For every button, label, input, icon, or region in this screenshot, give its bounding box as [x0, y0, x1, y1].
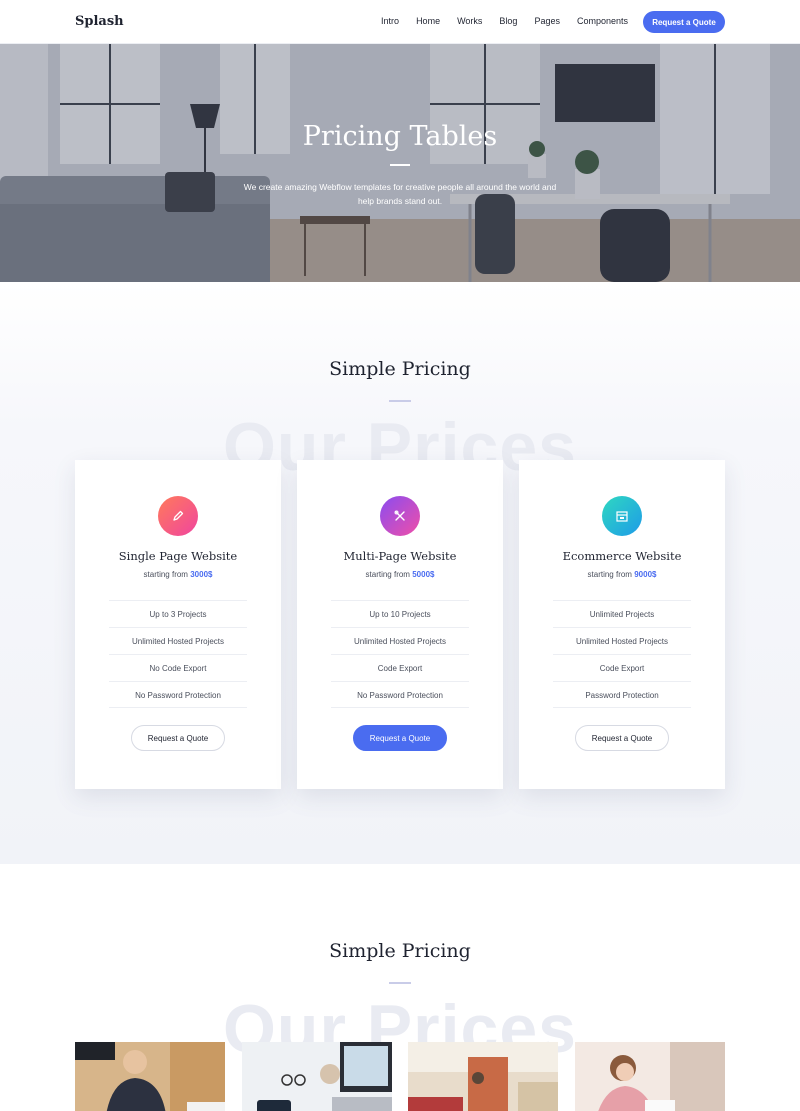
brand-logo[interactable]: Splash — [75, 14, 124, 29]
price-prefix: starting from — [143, 570, 188, 579]
feature-item: Unlimited Hosted Projects — [553, 627, 691, 654]
pricing-card-ecommerce: Ecommerce Website starting from 9000$ Un… — [519, 460, 725, 789]
price-prefix: starting from — [365, 570, 410, 579]
hero-section: Pricing Tables We create amazing Webflow… — [0, 44, 800, 282]
price-prefix: starting from — [587, 570, 632, 579]
photo-card[interactable] — [408, 1042, 558, 1111]
tools-icon — [380, 496, 420, 536]
photo-card[interactable] — [75, 1042, 225, 1111]
hero-overlay — [0, 44, 800, 282]
section-title: Simple Pricing — [329, 358, 471, 380]
desk-image — [242, 1042, 392, 1111]
plan-price: starting from 3000$ — [75, 570, 281, 579]
woman-reading-image — [575, 1042, 725, 1111]
feature-item: No Password Protection — [109, 681, 247, 708]
pricing-card-single-page: Single Page Website starting from 3000$ … — [75, 460, 281, 789]
pricing-section: Our Prices Simple Pricing Single Page We… — [0, 282, 800, 864]
request-quote-button[interactable]: Request a Quote — [353, 725, 447, 751]
plan-name: Ecommerce Website — [562, 549, 682, 563]
plan-price: starting from 5000$ — [297, 570, 503, 579]
nav-item-pages[interactable]: Pages — [534, 16, 560, 26]
photo-card[interactable] — [242, 1042, 392, 1111]
pen-icon — [158, 496, 198, 536]
feature-item: Up to 3 Projects — [109, 600, 247, 627]
hero-subtitle: We create amazing Webflow templates for … — [243, 182, 557, 206]
person-phone-image — [75, 1042, 225, 1111]
nav-item-blog[interactable]: Blog — [499, 16, 517, 26]
request-quote-button[interactable]: Request a Quote — [131, 725, 225, 751]
title-divider — [390, 164, 410, 166]
navbar: Splash Intro Home Works Blog Pages Compo… — [0, 0, 800, 44]
pricing-section-2: Our Prices Simple Pricing — [0, 864, 800, 1111]
section-divider — [389, 982, 411, 984]
plan-name: Multi-Page Website — [343, 549, 457, 563]
price-value: 5000$ — [412, 570, 435, 579]
price-value: 3000$ — [190, 570, 213, 579]
nav-menu: Intro Home Works Blog Pages Components — [364, 16, 628, 26]
plan-price: starting from 9000$ — [519, 570, 725, 579]
feature-item: Password Protection — [553, 681, 691, 708]
request-quote-button[interactable]: Request a Quote — [643, 11, 725, 33]
nav-item-home[interactable]: Home — [416, 16, 440, 26]
feature-item: Code Export — [553, 654, 691, 681]
page-title: Pricing Tables — [302, 121, 498, 152]
feature-item: Code Export — [331, 654, 469, 681]
feature-item: No Code Export — [109, 654, 247, 681]
section-divider — [389, 400, 411, 402]
nav-item-components[interactable]: Components — [577, 16, 628, 26]
nav-item-works[interactable]: Works — [457, 16, 482, 26]
nav-item-intro[interactable]: Intro — [381, 16, 399, 26]
photo-card[interactable] — [575, 1042, 725, 1111]
request-quote-button[interactable]: Request a Quote — [575, 725, 669, 751]
feature-item: No Password Protection — [331, 681, 469, 708]
feature-item: Unlimited Hosted Projects — [331, 627, 469, 654]
lounge-image — [408, 1042, 558, 1111]
feature-item: Up to 10 Projects — [331, 600, 469, 627]
feature-item: Unlimited Hosted Projects — [109, 627, 247, 654]
section-title: Simple Pricing — [329, 940, 471, 962]
feature-item: Unlimited Projects — [553, 600, 691, 627]
price-value: 9000$ — [634, 570, 657, 579]
plan-name: Single Page Website — [118, 549, 238, 563]
pricing-card-multi-page: Multi-Page Website starting from 5000$ U… — [297, 460, 503, 789]
store-icon — [602, 496, 642, 536]
